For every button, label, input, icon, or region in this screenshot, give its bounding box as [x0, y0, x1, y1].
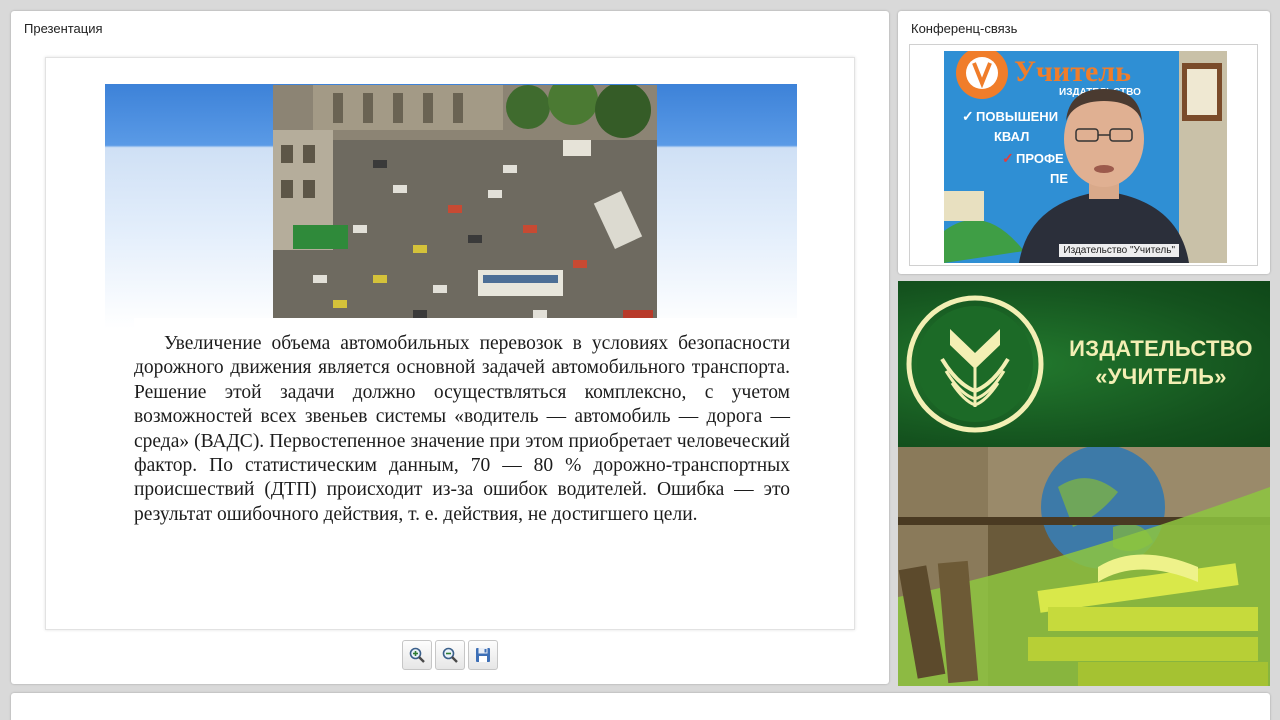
- save-button[interactable]: [468, 640, 498, 670]
- video-frame: Учитель ИЗДАТЕЛЬСТВО ✓ ПОВЫШЕНИ КВАЛ ✓ П…: [909, 44, 1258, 266]
- zoom-out-icon: [442, 647, 458, 663]
- publisher-banner: ИЗДАТЕЛЬСТВО «УЧИТЕЛЬ»: [898, 281, 1270, 686]
- save-icon: [476, 648, 490, 662]
- presentation-panel-title: Презентация: [24, 21, 103, 36]
- zoom-in-button[interactable]: [402, 640, 432, 670]
- banner-line2: КВАЛ: [994, 129, 1029, 144]
- zoom-in-icon: [409, 647, 425, 663]
- publisher-name: ИЗДАТЕЛЬСТВО «УЧИТЕЛЬ»: [1056, 335, 1266, 391]
- publisher-name-line2: «УЧИТЕЛЬ»: [1095, 364, 1227, 389]
- banner-title: Учитель: [1014, 55, 1131, 88]
- bottom-panel: [11, 693, 1270, 720]
- zoom-out-button[interactable]: [435, 640, 465, 670]
- publisher-banner-books-image: [898, 447, 1270, 686]
- presentation-slide: Увеличение объема автомобильных перевозо…: [45, 57, 855, 630]
- conference-panel-title: Конференц-связь: [911, 21, 1018, 36]
- speaker-name-label: Издательство "Учитель": [1059, 244, 1179, 257]
- banner-line1: ПОВЫШЕНИ: [976, 109, 1058, 124]
- publisher-name-line1: ИЗДАТЕЛЬСТВО: [1069, 336, 1253, 361]
- banner-line4: ПЕ: [1050, 171, 1068, 186]
- slide-traffic-photo: [273, 85, 657, 332]
- svg-text:✓: ✓: [1002, 150, 1014, 166]
- svg-text:✓: ✓: [962, 108, 974, 124]
- slide-text: Увеличение объема автомобильных перевозо…: [134, 318, 798, 558]
- banner-line3: ПРОФЕ: [1016, 151, 1064, 166]
- presentation-panel: Презентация Увеличение объема автомобиль…: [11, 11, 889, 684]
- presentation-toolbar: [402, 640, 498, 670]
- speaker-video: Учитель ИЗДАТЕЛЬСТВО ✓ ПОВЫШЕНИ КВАЛ ✓ П…: [944, 51, 1227, 263]
- publisher-logo-icon: [906, 295, 1044, 433]
- conference-panel: Конференц-связь Учитель ИЗДАТЕЛЬСТВО ✓ П…: [898, 11, 1270, 274]
- publisher-banner-top: ИЗДАТЕЛЬСТВО «УЧИТЕЛЬ»: [898, 281, 1270, 447]
